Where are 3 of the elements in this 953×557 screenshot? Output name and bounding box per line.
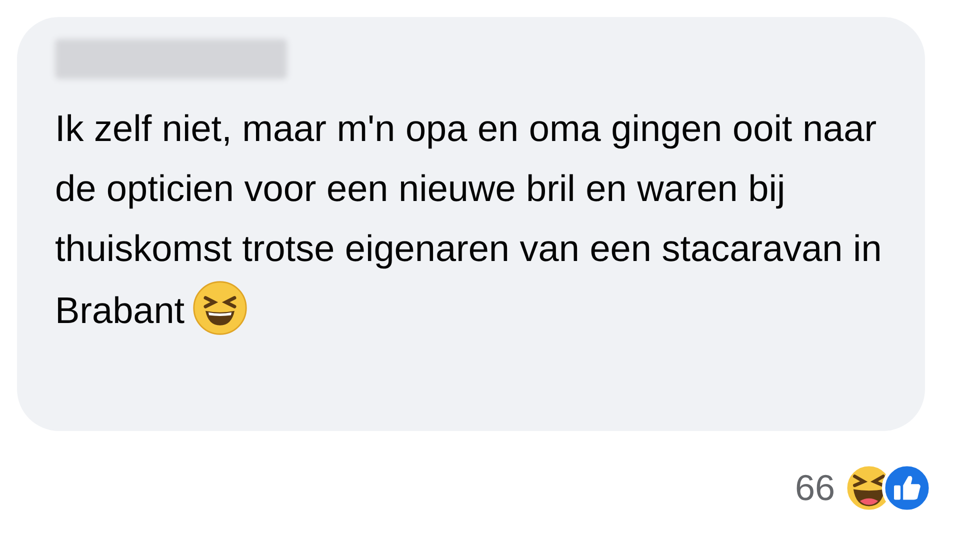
laughing-face-icon [190,279,249,337]
reaction-count[interactable]: 66 [794,467,835,509]
comment-text: Ik zelf niet, maar m'n opa en oma gingen ooit naar de opticien voor een nieuwe bril en waren bij thuiskomst trotse eigenaren van een stacaravan in Brabant [55,99,895,341]
